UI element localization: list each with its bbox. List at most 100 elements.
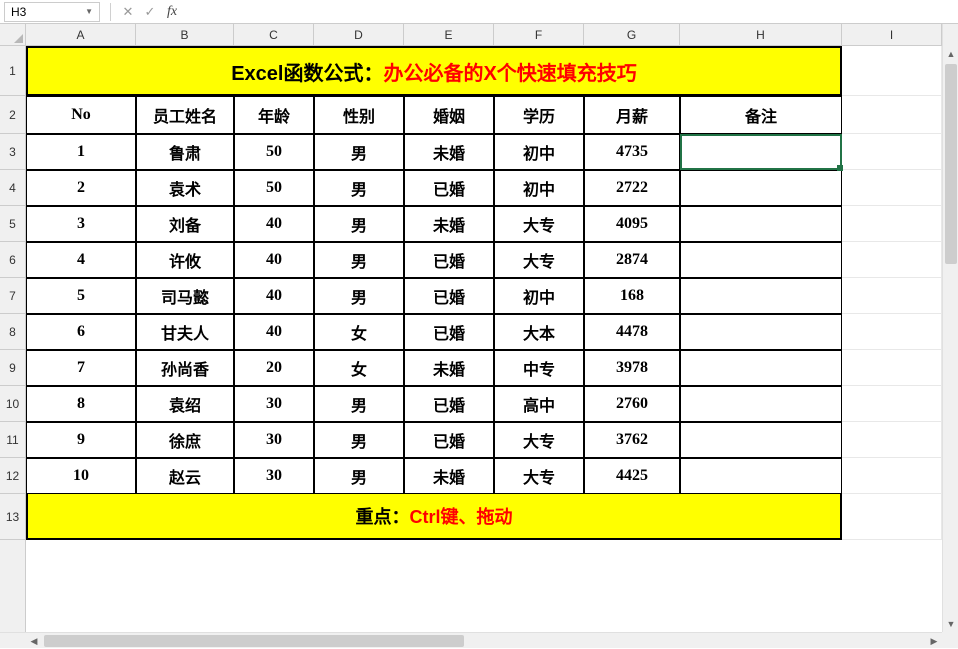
cell-marital[interactable]: 已婚	[404, 170, 494, 206]
cell-edu[interactable]: 大专	[494, 206, 584, 242]
header-no[interactable]: No	[26, 96, 136, 134]
cell-empty[interactable]	[842, 278, 942, 314]
col-header-H[interactable]: H	[680, 24, 842, 45]
cell-I2[interactable]	[842, 96, 942, 134]
cell-name[interactable]: 徐庶	[136, 422, 234, 458]
cell-salary[interactable]: 4425	[584, 458, 680, 494]
header-marital[interactable]: 婚姻	[404, 96, 494, 134]
cell-no[interactable]: 8	[26, 386, 136, 422]
cell-salary[interactable]: 4095	[584, 206, 680, 242]
cell-gender[interactable]: 男	[314, 278, 404, 314]
scroll-left-icon[interactable]: ◀	[26, 633, 42, 649]
formula-input[interactable]	[183, 2, 958, 22]
cell-empty[interactable]	[842, 458, 942, 494]
vertical-scrollbar[interactable]: ▲ ▼	[942, 24, 958, 632]
row-header-13[interactable]: 13	[0, 494, 25, 540]
cell-salary[interactable]: 3762	[584, 422, 680, 458]
cell-empty[interactable]	[842, 350, 942, 386]
cell-edu[interactable]: 大专	[494, 422, 584, 458]
cell-edu[interactable]: 大专	[494, 458, 584, 494]
cell-edu[interactable]: 大本	[494, 314, 584, 350]
cell-remark[interactable]	[680, 170, 842, 206]
row-header-11[interactable]: 11	[0, 422, 25, 458]
col-header-E[interactable]: E	[404, 24, 494, 45]
cell-marital[interactable]: 已婚	[404, 278, 494, 314]
row-header-7[interactable]: 7	[0, 278, 25, 314]
header-edu[interactable]: 学历	[494, 96, 584, 134]
cell-age[interactable]: 30	[234, 422, 314, 458]
cell-empty[interactable]	[842, 206, 942, 242]
cell-salary[interactable]: 4735	[584, 134, 680, 170]
cell-gender[interactable]: 男	[314, 386, 404, 422]
scroll-down-icon[interactable]: ▼	[943, 616, 958, 632]
cell-I1[interactable]	[842, 46, 942, 96]
cell-edu[interactable]: 初中	[494, 134, 584, 170]
cell-empty[interactable]	[842, 386, 942, 422]
cell-empty[interactable]	[842, 242, 942, 278]
cell-remark[interactable]	[680, 242, 842, 278]
cell-remark[interactable]	[680, 134, 842, 170]
cell-edu[interactable]: 高中	[494, 386, 584, 422]
cell-salary[interactable]: 4478	[584, 314, 680, 350]
cell-remark[interactable]	[680, 278, 842, 314]
cell-edu[interactable]: 中专	[494, 350, 584, 386]
col-header-I[interactable]: I	[842, 24, 942, 45]
cell-age[interactable]: 40	[234, 278, 314, 314]
cell-remark[interactable]	[680, 386, 842, 422]
cell-empty[interactable]	[842, 314, 942, 350]
cell-edu[interactable]: 初中	[494, 170, 584, 206]
cell-name[interactable]: 刘备	[136, 206, 234, 242]
cells-grid[interactable]: Excel函数公式：办公必备的X个快速填充技巧 No 员工姓名 年龄 性别 婚姻…	[26, 46, 942, 632]
header-salary[interactable]: 月薪	[584, 96, 680, 134]
cell-name[interactable]: 孙尚香	[136, 350, 234, 386]
col-header-G[interactable]: G	[584, 24, 680, 45]
cell-remark[interactable]	[680, 206, 842, 242]
cell-no[interactable]: 6	[26, 314, 136, 350]
row-header-9[interactable]: 9	[0, 350, 25, 386]
cell-no[interactable]: 10	[26, 458, 136, 494]
cell-gender[interactable]: 女	[314, 314, 404, 350]
cell-marital[interactable]: 未婚	[404, 206, 494, 242]
cell-name[interactable]: 鲁肃	[136, 134, 234, 170]
row-header-5[interactable]: 5	[0, 206, 25, 242]
cell-marital[interactable]: 未婚	[404, 350, 494, 386]
cancel-icon[interactable]: ✕	[117, 1, 139, 23]
col-header-C[interactable]: C	[234, 24, 314, 45]
name-box[interactable]: H3 ▼	[4, 2, 100, 22]
title-cell[interactable]: Excel函数公式：办公必备的X个快速填充技巧	[26, 46, 842, 96]
cell-remark[interactable]	[680, 458, 842, 494]
cell-remark[interactable]	[680, 422, 842, 458]
cell-salary[interactable]: 2760	[584, 386, 680, 422]
cell-remark[interactable]	[680, 314, 842, 350]
cell-gender[interactable]: 男	[314, 422, 404, 458]
cell-edu[interactable]: 初中	[494, 278, 584, 314]
cell-empty[interactable]	[842, 134, 942, 170]
cell-age[interactable]: 50	[234, 170, 314, 206]
cell-edu[interactable]: 大专	[494, 242, 584, 278]
cell-no[interactable]: 3	[26, 206, 136, 242]
select-all-corner[interactable]	[0, 24, 26, 46]
cell-age[interactable]: 30	[234, 386, 314, 422]
cell-gender[interactable]: 男	[314, 458, 404, 494]
cell-gender[interactable]: 男	[314, 206, 404, 242]
cell-marital[interactable]: 已婚	[404, 314, 494, 350]
cell-empty[interactable]	[842, 170, 942, 206]
cell-marital[interactable]: 已婚	[404, 422, 494, 458]
cell-salary[interactable]: 168	[584, 278, 680, 314]
fx-icon[interactable]: fx	[161, 1, 183, 23]
horizontal-scrollbar[interactable]: ◀ ▶	[0, 632, 942, 648]
row-header-1[interactable]: 1	[0, 46, 25, 96]
cell-no[interactable]: 4	[26, 242, 136, 278]
header-age[interactable]: 年龄	[234, 96, 314, 134]
cell-age[interactable]: 50	[234, 134, 314, 170]
row-header-3[interactable]: 3	[0, 134, 25, 170]
cell-age[interactable]: 30	[234, 458, 314, 494]
cell-name[interactable]: 袁术	[136, 170, 234, 206]
cell-no[interactable]: 5	[26, 278, 136, 314]
scroll-thumb-vertical[interactable]	[945, 64, 957, 264]
cell-name[interactable]: 甘夫人	[136, 314, 234, 350]
cell-gender[interactable]: 男	[314, 242, 404, 278]
cell-gender[interactable]: 男	[314, 134, 404, 170]
cell-salary[interactable]: 2874	[584, 242, 680, 278]
cell-no[interactable]: 2	[26, 170, 136, 206]
